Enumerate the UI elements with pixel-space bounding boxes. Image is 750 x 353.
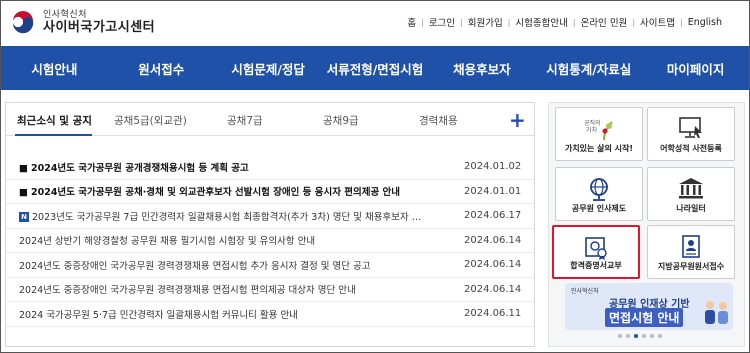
tab-grade9[interactable]: 공채9급 <box>323 113 359 128</box>
news-date: 2024.06.14 <box>464 259 522 271</box>
svg-text:가치: 가치 <box>586 126 597 134</box>
news-list: ■ 2024년도 국가공무원 공개경쟁채용시험 등 계획 공고 2024.01.0… <box>6 155 534 327</box>
taeguk-emblem-icon <box>11 11 35 35</box>
quick-link-local-application[interactable]: 지방공무원원서접수 <box>647 225 735 279</box>
pagination-dot[interactable] <box>658 334 662 338</box>
monitor-pointer-icon <box>679 117 702 138</box>
list-item[interactable]: ■ 2024년도 국가공무원 공채·경채 및 외교관후보자 선발시험 장애인 등 … <box>6 180 534 204</box>
quick-link-label: 합격증명서교부 <box>570 261 622 270</box>
nav-statistics[interactable]: 시험통계/자료실 <box>535 46 642 90</box>
logo-title: 사이버국가고시센터 <box>43 19 156 35</box>
news-tabs: 최근소식 및 공지 공채5급(외교관) 공채7급 공채9급 경력채용 + <box>6 103 534 136</box>
pagination-dot[interactable] <box>642 334 646 338</box>
news-date: 2024.01.02 <box>464 161 522 173</box>
svg-text:공직의: 공직의 <box>584 119 601 127</box>
news-title: 2024년도 국가공무원 공개경쟁채용시험 등 계획 공고 <box>30 162 249 174</box>
banner-org: 인사혁신처 <box>571 288 599 295</box>
utility-links: 홈 | 로그인 | 회원가입 | 시험종합안내 | 온라인 민원 | 사이트맵 … <box>402 15 727 30</box>
nav-document-interview[interactable]: 서류전형/면접시험 <box>322 46 429 90</box>
application-form-icon <box>682 235 700 258</box>
pagination-dot[interactable] <box>626 334 630 338</box>
news-date: 2024.06.11 <box>464 308 522 320</box>
quick-link-value-life[interactable]: 공직의 가치 가치있는 삶의 시작! <box>555 107 643 161</box>
news-date: 2024.01.01 <box>464 185 522 197</box>
quick-link-label: 지방공무원원서접수 <box>657 262 725 271</box>
bullet-icon: ■ <box>19 162 28 174</box>
nav-application[interactable]: 원서접수 <box>108 46 215 90</box>
tab-career[interactable]: 경력채용 <box>419 113 458 128</box>
news-date: 2024.06.17 <box>464 210 522 222</box>
government-building-icon <box>679 178 703 199</box>
nav-mypage[interactable]: 마이페이지 <box>642 46 749 90</box>
active-tab-indicator <box>15 134 92 136</box>
banner-pagination <box>618 334 662 338</box>
util-link-online-civil[interactable]: 온라인 민원 <box>576 15 633 29</box>
util-link-english[interactable]: English <box>683 17 727 28</box>
quick-link-label: 가치있는 삶의 시작! <box>564 144 634 153</box>
new-badge-icon: N <box>19 212 29 223</box>
news-panel: 최근소식 및 공지 공채5급(외교관) 공채7급 공채9급 경력채용 + ■ 20… <box>5 102 535 347</box>
list-item[interactable]: 2024년 상반기 해양경찰청 공무원 채용 필기시험 시험장 및 유의사항 안… <box>6 229 534 253</box>
list-item[interactable]: 2024년도 중증장애인 국가공무원 경력경쟁채용 면접시험 편의제공 대상자 … <box>6 278 534 302</box>
globe-stand-icon <box>590 178 608 201</box>
news-title: 2023년도 국가공무원 7급 민간경력자 일괄채용시험 최종합격자(추가 3차… <box>32 211 422 223</box>
news-title: 2024년도 중증장애인 국가공무원 경력경쟁채용 면접시험 편의제공 대상자 … <box>19 285 356 297</box>
util-link-signup[interactable]: 회원가입 <box>463 15 508 29</box>
quick-link-certificate[interactable]: 합격증명서교부 <box>552 225 640 279</box>
news-title: 2024년도 국가공무원 공채·경채 및 외교관후보자 선발시험 장애인 등 응… <box>30 187 401 199</box>
util-link-sitemap[interactable]: 사이트맵 <box>635 15 680 29</box>
list-item[interactable]: ■ 2024년도 국가공무원 공개경쟁채용시험 등 계획 공고 2024.01.0… <box>6 155 534 180</box>
tab-grade7[interactable]: 공채7급 <box>227 113 263 128</box>
value-life-icon: 공직의 가치 <box>584 119 613 141</box>
pagination-dot-active[interactable] <box>634 334 638 338</box>
nav-questions-answers[interactable]: 시험문제/정답 <box>215 46 322 90</box>
site-logo[interactable]: 인사혁신처 사이버국가고시센터 <box>9 9 155 37</box>
interview-guide-banner[interactable]: 인사혁신처 공무원 인재상 기반 면접시험 안내 <box>565 283 733 330</box>
more-plus-button[interactable]: + <box>509 108 526 132</box>
site-header: 인사혁신처 사이버국가고시센터 홈 | 로그인 | 회원가입 | 시험종합안내 … <box>1 1 749 45</box>
list-item[interactable]: 2024 국가공무원 5·7급 민간경력자 일괄채용시험 커뮤니티 활용 안내 … <box>6 302 534 327</box>
list-item[interactable]: 2024년도 중증장애인 국가공무원 경력경쟁채용 면접시험 추가 응시자 결정… <box>6 253 534 278</box>
certificate-icon <box>585 237 607 260</box>
people-illustration-icon <box>705 301 728 324</box>
banner-line2: 면접시험 안내 <box>605 308 684 327</box>
quick-link-narailteo[interactable]: 나라일터 <box>647 167 735 221</box>
quick-link-label: 공무원 인사제도 <box>571 204 627 213</box>
pagination-dot[interactable] <box>618 334 622 338</box>
util-link-home[interactable]: 홈 <box>402 15 421 29</box>
main-nav: 시험안내 원서접수 시험문제/정답 서류전형/면접시험 채용후보자 시험통계/자… <box>1 46 749 90</box>
nav-exam-info[interactable]: 시험안내 <box>1 46 108 90</box>
quick-link-label: 어학성적 사전등록 <box>660 144 722 153</box>
quick-link-language-score[interactable]: 어학성적 사전등록 <box>647 107 735 161</box>
quick-link-label: 나라일터 <box>676 204 706 213</box>
util-link-login[interactable]: 로그인 <box>424 15 460 29</box>
tab-recent-news[interactable]: 최근소식 및 공지 <box>17 113 92 128</box>
news-date: 2024.06.14 <box>464 283 522 295</box>
nav-candidates[interactable]: 채용후보자 <box>428 46 535 90</box>
quick-link-hr-system[interactable]: 공무원 인사제도 <box>555 167 643 221</box>
news-title: 2024년 상반기 해양경찰청 공무원 채용 필기시험 시험장 및 유의사항 안… <box>19 236 316 248</box>
news-date: 2024.06.14 <box>464 234 522 246</box>
news-title: 2024년도 중증장애인 국가공무원 경력경쟁채용 면접시험 추가 응시자 결정… <box>19 260 371 272</box>
list-item[interactable]: N 2023년도 국가공무원 7급 민간경력자 일괄채용시험 최종합격자(추가 3… <box>6 204 534 229</box>
tab-grade5[interactable]: 공채5급(외교관) <box>114 113 187 128</box>
pagination-dot[interactable] <box>650 334 654 338</box>
news-title: 2024 국가공무원 5·7급 민간경력자 일괄채용시험 커뮤니티 활용 안내 <box>19 309 298 321</box>
util-link-exam-guide[interactable]: 시험종합안내 <box>510 15 572 29</box>
bullet-icon: ■ <box>19 187 28 199</box>
